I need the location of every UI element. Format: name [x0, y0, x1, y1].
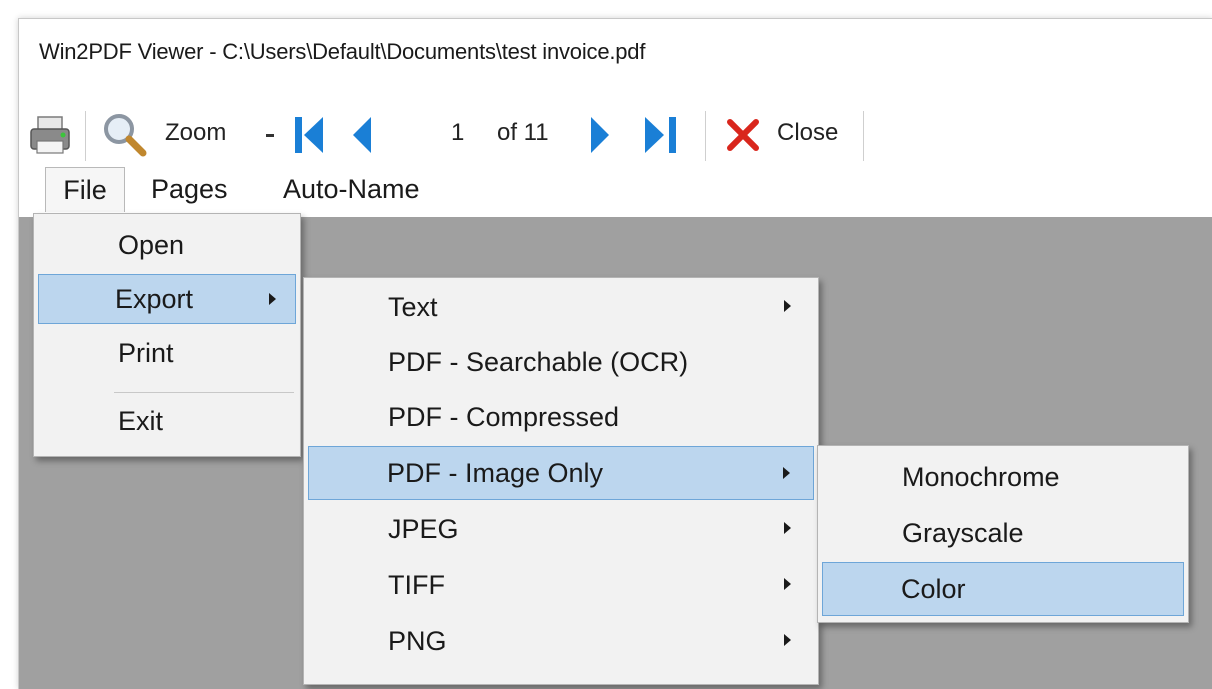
- file-menu-exit[interactable]: Exit: [38, 396, 296, 446]
- close-x-icon: [727, 119, 759, 151]
- zoom-dropdown[interactable]: [263, 115, 277, 155]
- last-page-icon: [645, 117, 676, 153]
- toolbar-separator: [863, 111, 864, 161]
- export-pdf-searchable[interactable]: PDF - Searchable (OCR): [308, 337, 814, 387]
- export-pdf-image-only-label: PDF - Image Only: [387, 457, 604, 488]
- export-tiff-label: TIFF: [388, 569, 445, 600]
- next-page-button[interactable]: [583, 111, 617, 159]
- zoom-label[interactable]: Zoom: [165, 113, 226, 153]
- menu-bar: File Pages Auto-Name: [19, 167, 1212, 217]
- image-only-color[interactable]: Color: [822, 562, 1184, 616]
- export-jpeg-label: JPEG: [388, 513, 459, 544]
- menu-pages[interactable]: Pages: [151, 167, 228, 211]
- submenu-arrow-icon: [784, 300, 791, 312]
- close-icon-button[interactable]: [723, 113, 763, 157]
- menu-auto-name-label: Auto-Name: [283, 173, 420, 204]
- file-menu-exit-label: Exit: [118, 405, 164, 436]
- menu-file-label: File: [63, 174, 107, 205]
- export-pdf-searchable-label: PDF - Searchable (OCR): [388, 346, 689, 377]
- toolbar-separator: [85, 111, 86, 161]
- viewer-window: Win2PDF Viewer - C:\Users\Default\Docume…: [18, 18, 1212, 689]
- export-text[interactable]: Text: [308, 282, 814, 332]
- submenu-arrow-icon: [784, 522, 791, 534]
- window-title: Win2PDF Viewer - C:\Users\Default\Docume…: [39, 39, 646, 64]
- export-text-label: Text: [388, 291, 438, 322]
- export-pdf-compressed-label: PDF - Compressed: [388, 401, 620, 432]
- submenu-arrow-icon: [269, 293, 276, 305]
- file-menu-open-label: Open: [118, 229, 185, 260]
- file-menu-dropdown: Open Export Print Exit: [33, 213, 301, 457]
- export-png-label: PNG: [388, 625, 447, 656]
- file-menu-print-label: Print: [118, 337, 174, 368]
- first-page-button[interactable]: [289, 111, 329, 159]
- export-pdf-image-only[interactable]: PDF - Image Only: [308, 446, 814, 500]
- page-count-label: of 11: [497, 119, 549, 146]
- submenu-arrow-icon: [783, 467, 790, 479]
- printer-icon: [30, 116, 70, 154]
- submenu-arrow-icon: [784, 634, 791, 646]
- first-page-icon: [295, 117, 323, 153]
- toolbar-separator: [705, 111, 706, 161]
- file-menu-export[interactable]: Export: [38, 274, 296, 324]
- menu-auto-name[interactable]: Auto-Name: [283, 167, 420, 211]
- previous-page-icon: [353, 117, 371, 153]
- export-tiff[interactable]: TIFF: [308, 560, 814, 610]
- toolbar: Zoom 1 of 11 Close: [19, 89, 1212, 161]
- previous-page-button[interactable]: [345, 111, 379, 159]
- file-menu-open[interactable]: Open: [38, 220, 296, 270]
- image-only-monochrome-label: Monochrome: [902, 461, 1060, 492]
- menu-file[interactable]: File: [45, 167, 125, 212]
- export-submenu: Text PDF - Searchable (OCR) PDF - Compre…: [303, 277, 819, 685]
- image-only-grayscale[interactable]: Grayscale: [822, 508, 1184, 558]
- close-button-label[interactable]: Close: [777, 113, 838, 153]
- image-only-submenu: Monochrome Grayscale Color: [817, 445, 1189, 623]
- image-only-grayscale-label: Grayscale: [902, 517, 1024, 548]
- export-jpeg[interactable]: JPEG: [308, 504, 814, 554]
- image-only-monochrome[interactable]: Monochrome: [822, 452, 1184, 502]
- dropdown-arrow-icon: [266, 134, 274, 137]
- magnifier-icon: [104, 114, 147, 157]
- print-button[interactable]: [27, 111, 73, 159]
- next-page-icon: [591, 117, 609, 153]
- menu-pages-label: Pages: [151, 173, 228, 204]
- last-page-button[interactable]: [637, 111, 685, 159]
- zoom-button[interactable]: [95, 109, 155, 161]
- menu-separator: [114, 392, 294, 393]
- page-number-field[interactable]: 1: [451, 113, 464, 153]
- submenu-arrow-icon: [784, 578, 791, 590]
- file-menu-print[interactable]: Print: [38, 328, 296, 378]
- export-pdf-compressed[interactable]: PDF - Compressed: [308, 392, 814, 442]
- file-menu-export-label: Export: [115, 283, 194, 314]
- title-bar: Win2PDF Viewer - C:\Users\Default\Docume…: [19, 19, 1212, 81]
- image-only-color-label: Color: [901, 573, 966, 604]
- export-png[interactable]: PNG: [308, 616, 814, 666]
